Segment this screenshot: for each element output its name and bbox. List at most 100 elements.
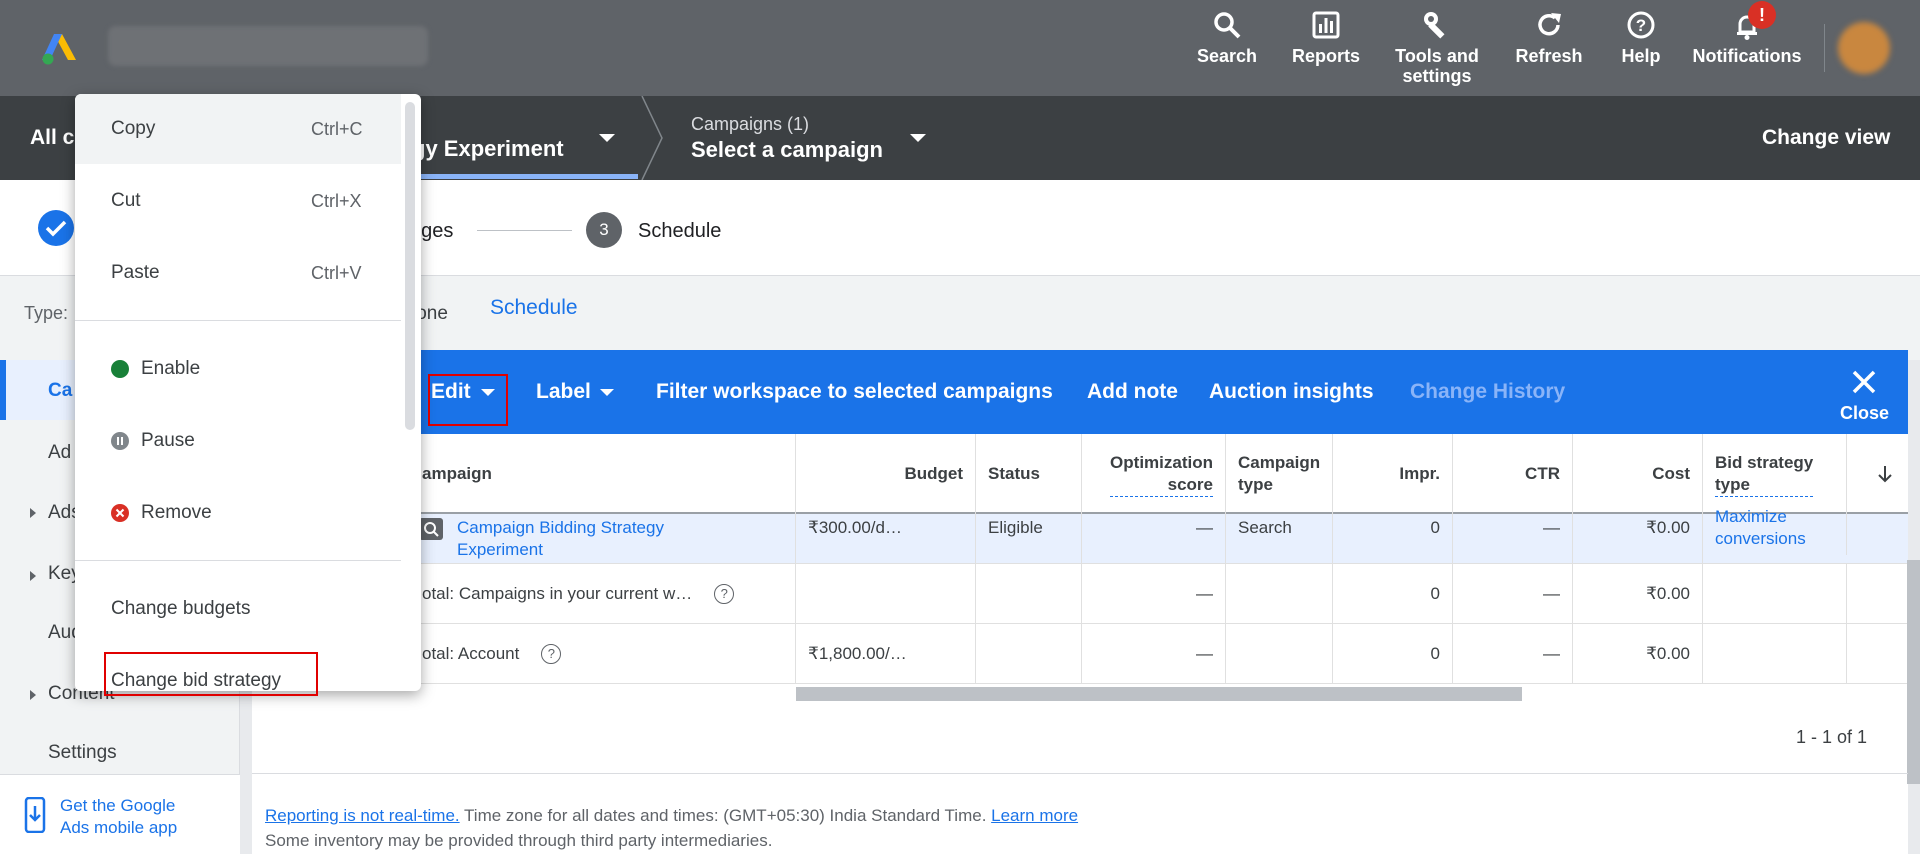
- search-tool-label: Search: [1196, 46, 1258, 66]
- bid-strategy-line-2: conversions: [1715, 529, 1806, 548]
- table-row[interactable]: Campaign Bidding Strategy Experiment ₹30…: [252, 506, 1908, 564]
- mobile-app-promo[interactable]: Get the Google Ads mobile app: [0, 774, 240, 854]
- menu-scrollbar[interactable]: [405, 102, 415, 430]
- selection-action-bar: Edit Label Filter workspace to selected …: [252, 350, 1908, 434]
- row1-bid-strategy[interactable]: Maximize conversions: [1703, 506, 1847, 555]
- menu-item-copy[interactable]: Copy Ctrl+C: [75, 94, 401, 164]
- help-tool[interactable]: ? Help: [1586, 10, 1696, 66]
- label-menu-button[interactable]: Label: [536, 380, 591, 404]
- reporting-link[interactable]: Reporting is not real-time.: [265, 806, 460, 825]
- menu-separator: [75, 320, 401, 321]
- reports-tool[interactable]: Reports: [1271, 10, 1381, 66]
- expand-content-icon[interactable]: [30, 690, 36, 700]
- tools-settings-label: Tools and settings: [1395, 46, 1479, 86]
- col-campaign-type[interactable]: Campaign type: [1226, 434, 1333, 514]
- close-icon[interactable]: [1850, 368, 1878, 396]
- change-budgets-label: Change budgets: [111, 598, 251, 619]
- help-circle-icon[interactable]: ?: [714, 583, 735, 604]
- col-bid-strategy-type[interactable]: Bid strategy type: [1703, 434, 1847, 514]
- col-budget[interactable]: Budget: [796, 434, 976, 514]
- remove-icon: [111, 504, 129, 522]
- avatar[interactable]: [1838, 22, 1890, 74]
- cut-label: Cut: [111, 190, 141, 211]
- account-name-blurred[interactable]: [108, 26, 428, 66]
- add-note-button[interactable]: Add note: [1087, 380, 1178, 404]
- row2-ctr: —: [1453, 564, 1573, 623]
- notifications-tool[interactable]: Notifications: [1692, 10, 1802, 66]
- type-label: Type:: [24, 303, 69, 323]
- campaigns-count: Campaigns (1): [691, 114, 810, 134]
- vertical-scrollbar[interactable]: [1907, 560, 1920, 784]
- expand-keywords-icon[interactable]: [30, 571, 36, 581]
- campaign-name-link[interactable]: Campaign Bidding Strategy Experiment: [445, 514, 796, 563]
- copy-shortcut: Ctrl+C: [311, 118, 363, 139]
- learn-more-link[interactable]: Learn more: [991, 806, 1078, 825]
- auction-insights-button[interactable]: Auction insights: [1209, 380, 1374, 404]
- row1-ctr: —: [1453, 514, 1573, 563]
- sidebar-item-ad-groups[interactable]: Ad: [48, 442, 71, 464]
- campaign-name-line-2: Experiment: [457, 540, 543, 559]
- paste-shortcut: Ctrl+V: [311, 262, 362, 283]
- campaign-dropdown-icon[interactable]: [910, 134, 926, 142]
- row2-impr: 0: [1333, 564, 1453, 623]
- campaign-selector[interactable]: Select a campaign: [691, 137, 883, 163]
- step-connector: [477, 230, 572, 231]
- row1-opt-score: —: [1082, 514, 1226, 563]
- col-impr[interactable]: Impr.: [1333, 434, 1453, 514]
- menu-item-cut[interactable]: Cut Ctrl+X: [75, 166, 401, 236]
- col-status[interactable]: Status: [976, 434, 1082, 514]
- svg-text:?: ?: [1636, 16, 1646, 35]
- row1-cost: ₹0.00: [1573, 514, 1703, 563]
- schedule-tab[interactable]: Schedule: [490, 296, 578, 320]
- help-circle-icon[interactable]: ?: [541, 643, 562, 664]
- reports-icon: [1312, 11, 1340, 39]
- row3-impr: 0: [1333, 624, 1453, 683]
- notifications-tool-label: Notifications: [1692, 46, 1802, 66]
- total-account-label: otal: Account ?: [410, 624, 796, 683]
- google-ads-logo-icon[interactable]: [40, 30, 84, 66]
- menu-item-paste[interactable]: Paste Ctrl+V: [75, 238, 401, 308]
- col-opt-score[interactable]: Optimization score: [1082, 434, 1226, 514]
- edit-context-menu: Copy Ctrl+C Cut Ctrl+X Paste Ctrl+V Enab…: [75, 94, 421, 691]
- row1-status: Eligible: [976, 514, 1082, 563]
- horizontal-scrollbar[interactable]: [796, 687, 1522, 701]
- inventory-text: Some inventory may be provided through t…: [265, 831, 773, 850]
- menu-item-pause[interactable]: Pause: [75, 406, 401, 476]
- change-view-button[interactable]: Change view: [1762, 126, 1890, 150]
- row1-budget[interactable]: ₹300.00/d…: [796, 514, 976, 563]
- experiment-selector[interactable]: gy Experiment: [412, 136, 564, 162]
- menu-item-change-budgets[interactable]: Change budgets: [75, 574, 401, 644]
- notification-badge: !: [1748, 1, 1776, 29]
- bid-strategy-line-1: Maximize: [1715, 507, 1787, 526]
- menu-item-enable[interactable]: Enable: [75, 334, 401, 404]
- sidebar-item-settings[interactable]: Settings: [48, 742, 117, 764]
- pause-label: Pause: [141, 430, 195, 451]
- tools-settings-tool[interactable]: Tools and settings: [1382, 10, 1492, 86]
- col-campaign[interactable]: ampaign: [410, 434, 796, 514]
- expand-ads-icon[interactable]: [30, 508, 36, 518]
- search-tool[interactable]: Search: [1172, 10, 1282, 66]
- mobile-app-link[interactable]: Get the Google Ads mobile app: [60, 795, 177, 839]
- change-bid-strategy-highlight-box: [104, 652, 318, 696]
- col-campaign-label: ampaign: [422, 464, 492, 483]
- sort-arrow-down-icon[interactable]: [1877, 464, 1893, 484]
- filter-workspace-button[interactable]: Filter workspace to selected campaigns: [656, 380, 1053, 404]
- col-campaign-type-line-1: Campaign: [1238, 453, 1321, 472]
- footer-divider: [252, 773, 1908, 774]
- col-campaign-type-line-2: type: [1238, 475, 1273, 494]
- experiment-dropdown-icon[interactable]: [599, 134, 615, 142]
- row2-bid: [1703, 564, 1847, 623]
- close-label[interactable]: Close: [1840, 403, 1889, 424]
- row3-opt-score: —: [1082, 624, 1226, 683]
- copy-label: Copy: [111, 118, 156, 139]
- step-3-label[interactable]: Schedule: [638, 220, 721, 243]
- label-dropdown-icon[interactable]: [600, 389, 614, 396]
- col-ctr[interactable]: CTR: [1453, 434, 1573, 514]
- col-cost[interactable]: Cost: [1573, 434, 1703, 514]
- col-opt-score-line-2: score: [1167, 474, 1213, 494]
- change-history-button: Change History: [1410, 380, 1566, 403]
- label-label: Label: [536, 380, 591, 403]
- refresh-icon: [1538, 13, 1561, 36]
- menu-item-remove[interactable]: Remove: [75, 478, 401, 548]
- sidebar-item-campaigns[interactable]: Ca: [48, 380, 72, 402]
